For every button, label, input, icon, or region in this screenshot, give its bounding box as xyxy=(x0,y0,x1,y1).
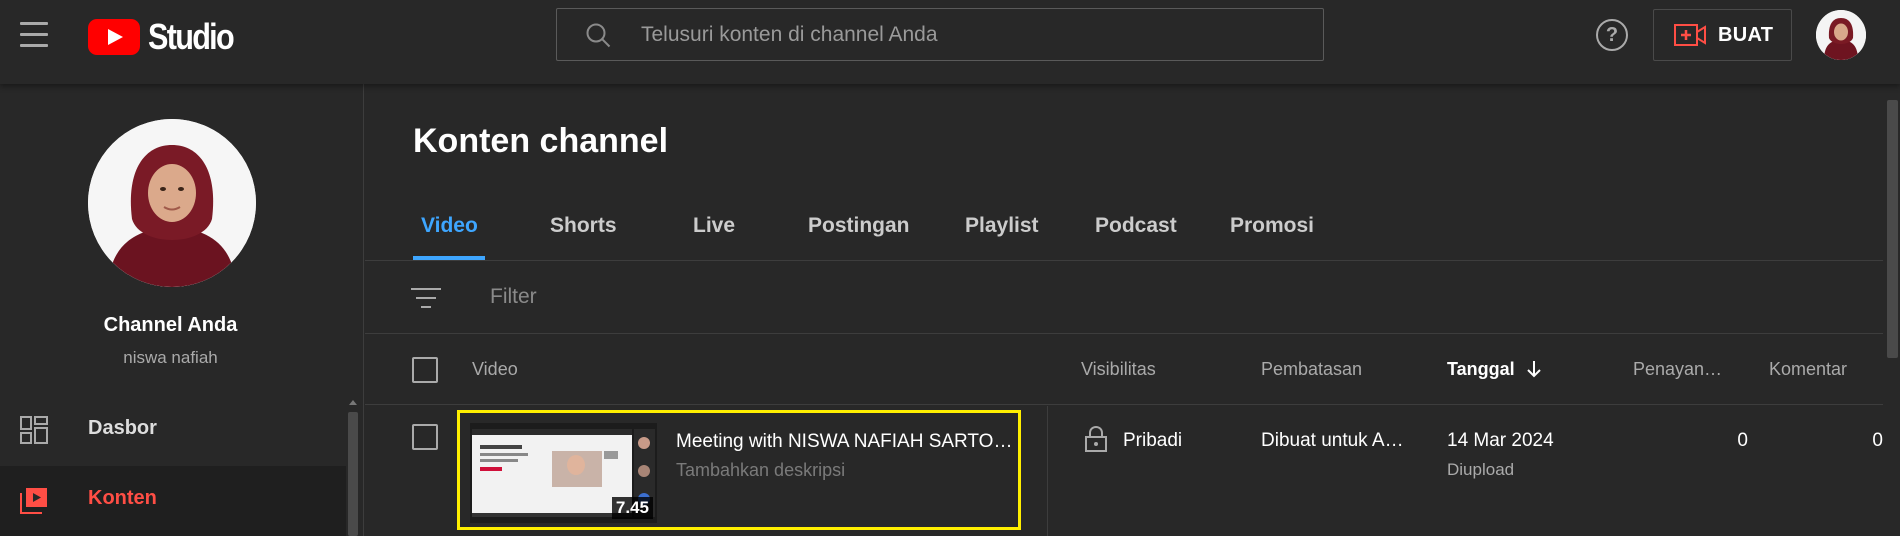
tab-promotions[interactable]: Promosi xyxy=(1230,214,1314,238)
content-icon xyxy=(20,488,47,514)
main-scrollbar[interactable] xyxy=(1887,100,1898,358)
sidebar-item-label: Konten xyxy=(88,487,157,509)
filter-input[interactable]: Filter xyxy=(490,285,537,309)
top-bar: Studio ? BUAT xyxy=(0,0,1900,84)
row-checkbox[interactable] xyxy=(412,424,438,450)
tab-live[interactable]: Live xyxy=(693,214,735,238)
create-video-icon xyxy=(1674,24,1706,46)
table-row[interactable]: 7.45 Meeting with NISWA NAFIAH SARTONO T… xyxy=(365,406,1883,536)
channel-avatar-image xyxy=(88,119,256,287)
channel-title: Channel Anda xyxy=(103,314,238,336)
column-views: Penayan… xyxy=(1633,359,1723,379)
video-thumbnail[interactable]: 7.45 xyxy=(470,423,657,523)
comments-value: 0 xyxy=(1872,430,1883,451)
help-icon[interactable]: ? xyxy=(1596,19,1628,51)
tab-bar: Video Shorts Live Postingan Playlist Pod… xyxy=(365,204,1883,261)
account-avatar[interactable] xyxy=(1816,10,1866,60)
sidebar-scroll-up-icon[interactable] xyxy=(349,400,357,405)
create-button[interactable]: BUAT xyxy=(1653,9,1792,61)
avatar-image xyxy=(1816,10,1866,60)
filter-icon[interactable] xyxy=(411,286,441,310)
column-date[interactable]: Tanggal xyxy=(1447,359,1542,380)
create-button-label: BUAT xyxy=(1718,23,1774,46)
video-description[interactable]: Tambahkan deskripsi xyxy=(676,460,845,481)
filter-bar: Filter xyxy=(365,262,1883,334)
tab-posts[interactable]: Postingan xyxy=(808,214,910,238)
column-restrictions: Pembatasan xyxy=(1261,359,1363,379)
logo-text: Studio xyxy=(148,16,235,57)
channel-avatar[interactable] xyxy=(88,119,256,287)
views-value: 0 xyxy=(1737,430,1748,451)
column-divider xyxy=(1047,406,1048,536)
channel-handle: niswa nafiah xyxy=(123,348,218,367)
lock-icon xyxy=(1085,426,1107,452)
menu-icon[interactable] xyxy=(20,22,48,48)
column-visibility: Visibilitas xyxy=(1081,359,1156,379)
tab-video[interactable]: Video xyxy=(421,214,478,238)
visibility-value[interactable]: Pribadi xyxy=(1123,430,1182,452)
sidebar-item-content[interactable]: Konten xyxy=(0,466,346,536)
sort-arrow-down-icon xyxy=(1526,361,1541,378)
date-status: Diupload xyxy=(1447,460,1515,479)
select-all-checkbox[interactable] xyxy=(412,357,438,383)
search-bar xyxy=(556,8,1324,61)
tab-podcast[interactable]: Podcast xyxy=(1095,214,1177,238)
date-value: 14 Mar 2024 xyxy=(1447,430,1554,451)
tab-playlist[interactable]: Playlist xyxy=(965,214,1039,238)
sidebar: Channel Anda niswa nafiah Dasbor Konten xyxy=(0,84,364,536)
sidebar-scrollbar[interactable] xyxy=(348,412,358,536)
search-input[interactable] xyxy=(641,9,1301,60)
column-date-label: Tanggal xyxy=(1447,359,1515,379)
tab-shorts[interactable]: Shorts xyxy=(550,214,617,238)
video-title[interactable]: Meeting with NISWA NAFIAH SARTONO xyxy=(676,431,1016,453)
video-duration: 7.45 xyxy=(611,497,653,519)
active-tab-indicator xyxy=(413,256,485,260)
table-header: Video Visibilitas Pembatasan Tanggal Pen… xyxy=(365,335,1883,405)
dashboard-icon xyxy=(20,416,48,444)
main-content: Konten channel Video Shorts Live Posting… xyxy=(365,84,1900,536)
studio-logo[interactable]: Studio xyxy=(88,16,248,57)
column-comments: Komentar xyxy=(1769,359,1848,379)
restrictions-value[interactable]: Dibuat untuk A… xyxy=(1261,430,1404,452)
page-title: Konten channel xyxy=(413,122,669,160)
search-icon[interactable] xyxy=(585,22,611,48)
column-video: Video xyxy=(472,359,518,379)
sidebar-item-dashboard[interactable]: Dasbor xyxy=(0,396,346,466)
sidebar-item-label: Dasbor xyxy=(88,417,157,439)
youtube-play-icon xyxy=(88,19,140,55)
